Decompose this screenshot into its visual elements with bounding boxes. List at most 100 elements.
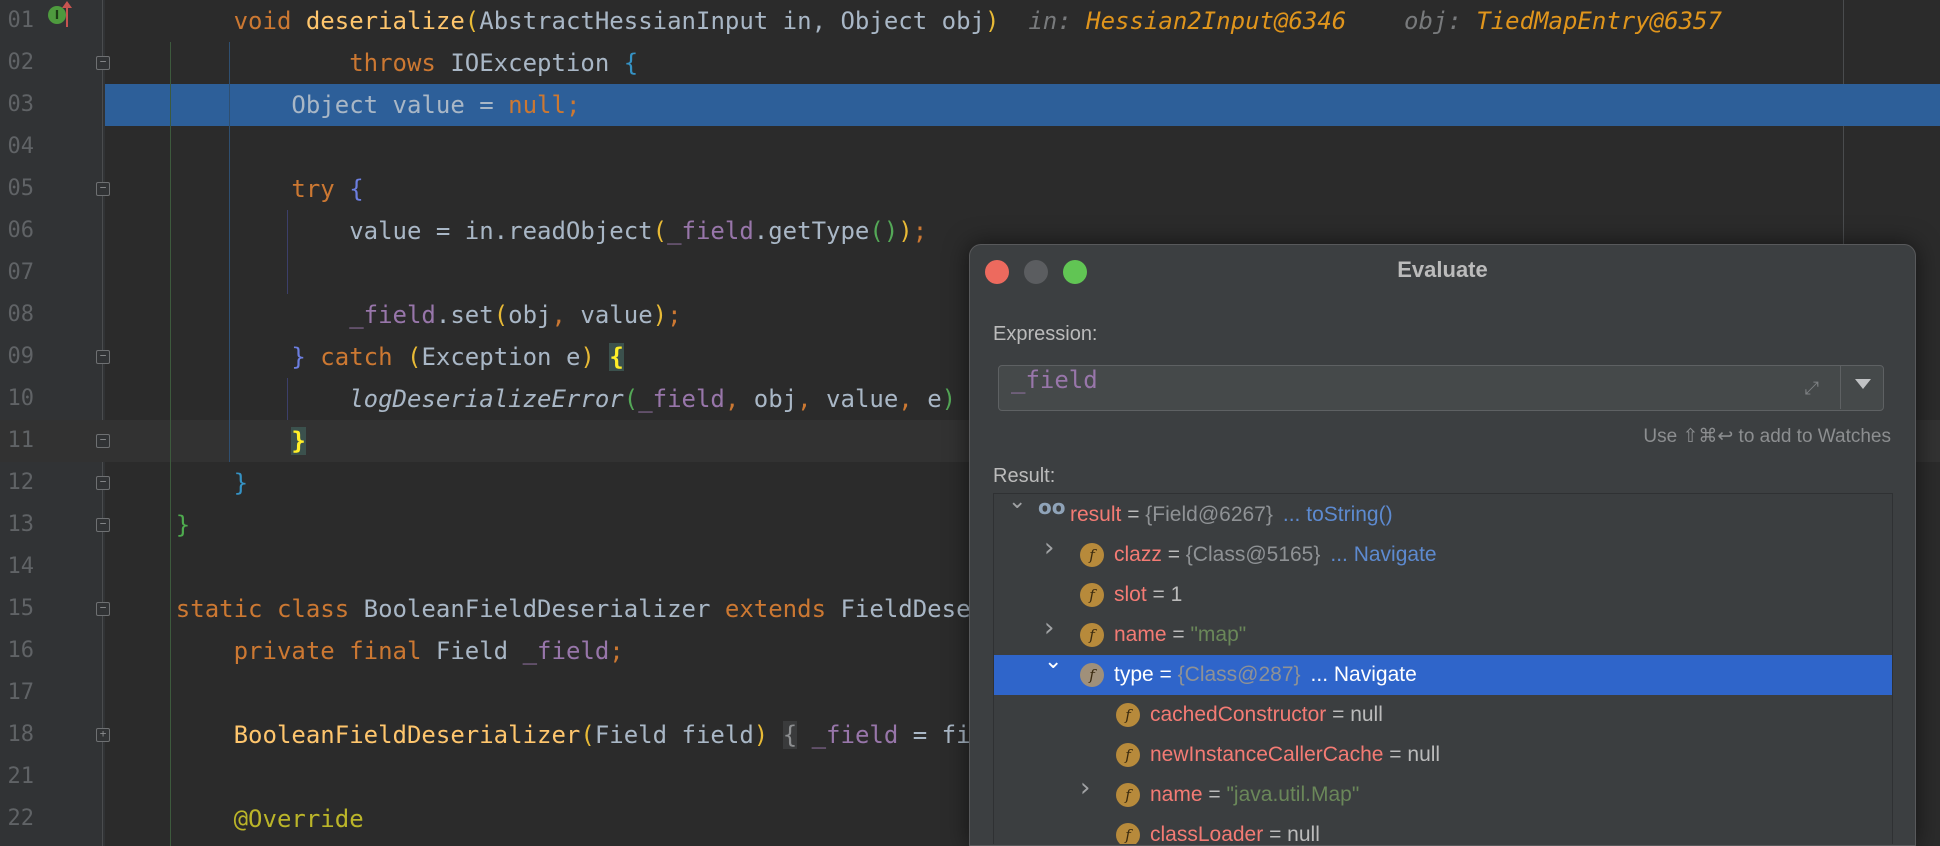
collapse-fold-icon[interactable]: −: [96, 434, 110, 448]
code-line[interactable]: try {: [0, 168, 1940, 210]
code-line[interactable]: void deserialize(AbstractHessianInput in…: [0, 0, 1940, 42]
line-number[interactable]: 22: [0, 798, 35, 840]
code-token: }: [291, 427, 306, 455]
node-label: result = {Field@6267} ... toString(): [1070, 495, 1393, 535]
node-eq: =: [1383, 743, 1408, 766]
collapse-fold-icon[interactable]: −: [96, 182, 110, 196]
expand-editor-icon[interactable]: ⤢: [1805, 378, 1819, 399]
line-number[interactable]: 15: [0, 588, 35, 630]
line-number[interactable]: 12: [0, 462, 35, 504]
tree-node[interactable]: f classLoader = null: [994, 815, 1892, 844]
code-token: in:: [999, 7, 1087, 35]
chevron-right-icon[interactable]: ›: [1044, 533, 1054, 563]
tree-node[interactable]: › f name = "java.util.Map": [994, 773, 1892, 815]
expression-value[interactable]: _field: [1011, 366, 1098, 394]
chevron-down-icon[interactable]: ⌄: [1008, 494, 1026, 514]
line-number[interactable]: 18: [0, 714, 35, 756]
tree-node[interactable]: f newInstanceCallerCache = null: [994, 735, 1892, 775]
line-number[interactable]: 11: [0, 420, 35, 462]
line-number[interactable]: 13: [0, 504, 35, 546]
expression-input[interactable]: _field ⤢: [998, 365, 1884, 411]
code-token: (: [580, 721, 595, 749]
field-icon: f: [1080, 543, 1104, 567]
code-token: Exception e: [421, 343, 581, 371]
node-label: clazz = {Class@5165} ... Navigate: [1114, 535, 1437, 575]
code-text: logDeserializeError(_field, obj, value, …: [118, 378, 956, 420]
code-token: ,: [724, 385, 740, 413]
code-text: Object value = null;: [118, 84, 580, 126]
tree-node[interactable]: › f clazz = {Class@5165} ... Navigate: [994, 533, 1892, 575]
chevron-right-icon[interactable]: ›: [1080, 773, 1090, 803]
node-eq: =: [1166, 623, 1191, 646]
collapse-fold-icon[interactable]: −: [96, 518, 110, 532]
implements-gutter-icon[interactable]: I: [48, 6, 66, 24]
tree-node[interactable]: ⌄ oo result = {Field@6267} ... toString(): [994, 494, 1892, 535]
code-token: ): [941, 385, 957, 413]
code-text: static class BooleanFieldDeserializer ex…: [118, 588, 1086, 630]
line-number[interactable]: 16: [0, 630, 35, 672]
node-value: 1: [1170, 583, 1183, 606]
indent-guide: [229, 42, 230, 462]
code-line[interactable]: Object value = null;: [105, 84, 1940, 126]
code-token: value = in.readObject: [118, 217, 653, 245]
node-eq: =: [1326, 703, 1351, 726]
line-number[interactable]: 06: [0, 210, 35, 252]
expand-fold-icon[interactable]: +: [96, 728, 110, 742]
code-text: }: [118, 462, 248, 504]
tree-node[interactable]: ⌄ f type = {Class@287} ... Navigate: [994, 649, 1892, 695]
code-token: {: [609, 343, 624, 371]
line-number[interactable]: 04: [0, 126, 35, 168]
collapse-fold-icon[interactable]: −: [96, 350, 110, 364]
code-token: e: [912, 385, 942, 413]
code-token: (: [464, 7, 480, 35]
line-number[interactable]: 01: [0, 0, 35, 42]
line-number[interactable]: 14: [0, 546, 35, 588]
dropdown-divider: [1840, 366, 1841, 409]
code-token: AbstractHessianInput in, Object obj: [479, 7, 985, 35]
node-name: cachedConstructor: [1150, 703, 1327, 726]
node-name: slot: [1114, 583, 1147, 606]
code-text: value = in.readObject(_field.getType());: [118, 210, 927, 252]
collapse-fold-icon[interactable]: −: [96, 476, 110, 490]
code-text: throws IOException {: [118, 42, 638, 84]
code-line[interactable]: throws IOException {: [0, 42, 1940, 84]
line-number[interactable]: 05: [0, 168, 35, 210]
line-number[interactable]: 09: [0, 336, 35, 378]
overrides-arrow-icon[interactable]: [62, 1, 72, 27]
code-token: TiedMapEntry@6357: [1476, 7, 1722, 35]
collapse-fold-icon[interactable]: −: [96, 56, 110, 70]
line-number[interactable]: 08: [0, 294, 35, 336]
navigate-link[interactable]: ... Navigate: [1330, 543, 1436, 566]
code-line[interactable]: [0, 126, 1940, 168]
chevron-down-icon[interactable]: ⌄: [1044, 649, 1062, 674]
indent-guide: [287, 210, 288, 294]
tree-node[interactable]: f cachedConstructor = null: [994, 695, 1892, 735]
node-value: {Class@5165}: [1185, 543, 1321, 566]
result-tree[interactable]: ⌄ oo result = {Field@6267}... toString() › f…: [993, 493, 1893, 844]
tree-node[interactable]: › f name = "map": [994, 613, 1892, 655]
code-token: ,: [898, 385, 913, 413]
navigate-link[interactable]: ... toString(): [1283, 503, 1393, 526]
tree-node[interactable]: f slot = 1: [994, 575, 1892, 615]
code-text: _field.set(obj, value);: [118, 294, 681, 336]
line-number[interactable]: 02: [0, 42, 35, 84]
navigate-link[interactable]: ... Navigate: [1311, 663, 1417, 686]
line-number[interactable]: 03: [0, 84, 35, 126]
code-token: ): [753, 721, 769, 749]
line-number[interactable]: 21: [0, 756, 35, 798]
code-token: Hessian2Input@6346: [1086, 7, 1347, 35]
chevron-right-icon[interactable]: ›: [1044, 613, 1054, 643]
line-number[interactable]: 10: [0, 378, 35, 420]
code-text: BooleanFieldDeserializer(Field field) { …: [118, 714, 1057, 756]
field-icon: f: [1080, 583, 1104, 607]
line-number[interactable]: 17: [0, 672, 35, 714]
collapse-fold-icon[interactable]: −: [96, 602, 110, 616]
line-number[interactable]: 07: [0, 252, 35, 294]
node-value: "map": [1190, 623, 1247, 646]
history-dropdown-icon[interactable]: [1855, 379, 1871, 389]
